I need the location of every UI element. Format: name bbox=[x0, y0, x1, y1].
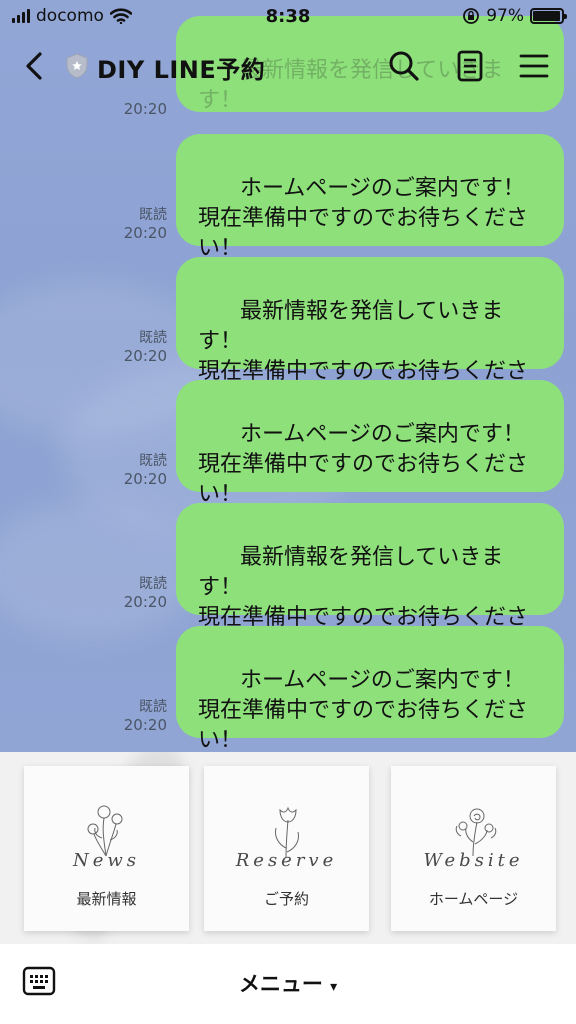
message-time: 20:20 bbox=[123, 100, 167, 118]
message-bubble[interactable]: 最新情報を発信していきます！ 現在準備中ですのでお待ちください！ bbox=[176, 257, 564, 414]
rich-menu-reserve[interactable]: Reserve ご予約 bbox=[204, 766, 369, 931]
message-time: 20:20 bbox=[123, 593, 167, 611]
rich-menu: News 最新情報 Reserve ご予約 Website ホームページ bbox=[0, 752, 576, 944]
rich-menu-label: ホームページ bbox=[428, 890, 519, 908]
chat-header: DIY LINE予約 bbox=[0, 34, 576, 98]
chat-title: DIY LINE予約 bbox=[97, 56, 266, 84]
status-right: 97% bbox=[462, 6, 567, 26]
rich-menu-label: 最新情報 bbox=[76, 890, 137, 908]
rich-menu-news[interactable]: News 最新情報 bbox=[24, 766, 189, 931]
rich-menu-website[interactable]: Website ホームページ bbox=[391, 766, 556, 931]
message-meta: 既読 20:20 bbox=[124, 206, 167, 242]
read-receipt: 既読 bbox=[139, 699, 167, 715]
note-icon[interactable] bbox=[452, 48, 488, 84]
message-time: 20:20 bbox=[123, 716, 167, 734]
message-time: 20:20 bbox=[123, 470, 167, 488]
rich-menu-script: Reserve bbox=[235, 850, 338, 871]
read-receipt: 既読 bbox=[139, 330, 167, 346]
read-receipt: 既読 bbox=[139, 207, 167, 223]
verified-shield-icon bbox=[66, 53, 88, 79]
message-meta: 既読 20:20 bbox=[124, 329, 167, 365]
rich-menu-script: Website bbox=[423, 850, 524, 871]
battery-icon bbox=[530, 8, 567, 24]
message-meta: 既読 20:20 bbox=[124, 452, 167, 488]
hamburger-icon[interactable] bbox=[516, 48, 552, 84]
menu-arrow-icon: ▾ bbox=[330, 979, 338, 995]
read-receipt: 既読 bbox=[139, 453, 167, 469]
orientation-lock-icon bbox=[463, 8, 480, 24]
message-meta: 20:20 bbox=[124, 100, 167, 118]
battery-percent: 97% bbox=[486, 6, 524, 26]
read-receipt: 既読 bbox=[139, 576, 167, 592]
message-time: 20:20 bbox=[123, 347, 167, 365]
message-bubble[interactable]: ホームページのご案内です！ 現在準備中ですのでお待ちください！ bbox=[176, 134, 564, 261]
message-meta: 既読 20:20 bbox=[124, 698, 167, 734]
rich-menu-label: ご予約 bbox=[263, 890, 309, 908]
status-bar: docomo 8:38 97% bbox=[0, 0, 576, 34]
rich-menu-script: News bbox=[72, 850, 141, 871]
message-bubble[interactable]: ホームページのご案内です！ 現在準備中ですのでお待ちください！ bbox=[176, 626, 564, 753]
message-bubble[interactable]: 最新情報を発信していきます！ 現在準備中ですのでお待ちください！ bbox=[176, 503, 564, 660]
bottom-bar: メニュー ▾ bbox=[0, 944, 576, 1024]
chevron-left-icon[interactable] bbox=[18, 48, 52, 84]
menu-toggle-label: メニュー bbox=[238, 972, 323, 996]
message-bubble[interactable]: ホームページのご案内です！ 現在準備中ですのでお待ちください！ bbox=[176, 380, 564, 507]
message-meta: 既読 20:20 bbox=[124, 575, 167, 611]
menu-toggle-button[interactable]: メニュー ▾ bbox=[0, 968, 576, 998]
message-time: 20:20 bbox=[123, 224, 167, 242]
search-icon[interactable] bbox=[386, 48, 422, 84]
